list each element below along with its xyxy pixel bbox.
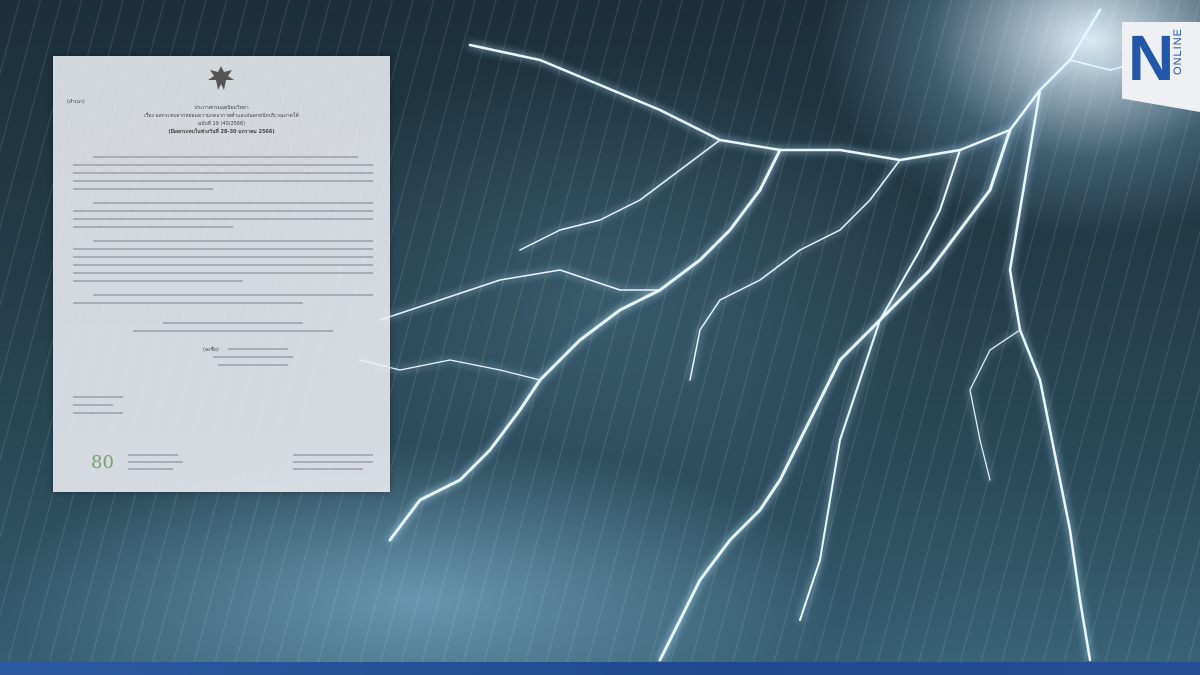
n-online-logo: N ONLINE — [1122, 22, 1200, 112]
document-subject: เรื่อง ผลกระทบจากหย่อมความกดอากาศต่ำและฝ… — [144, 113, 299, 119]
anniversary-logo: 80 — [91, 452, 114, 473]
document-period: (มีผลกระทบในช่วงวันที่ 28-30 มกราคม 2566… — [168, 129, 275, 135]
logo-letter: N — [1128, 22, 1175, 94]
garuda-emblem-icon — [208, 66, 234, 90]
announcement-document: (สำเนา) ประกาศกรมอุตุนิยมวิทยา เรื่อง ผล… — [53, 56, 390, 492]
document-heading: ประกาศกรมอุตุนิยมวิทยา — [194, 105, 249, 111]
document-number: ฉบับที่ 19 (40/2566) — [197, 121, 246, 127]
signer-label: (ลงชื่อ) — [203, 347, 219, 353]
logo-word: ONLINE — [1172, 28, 1184, 75]
bottom-bar — [0, 662, 1200, 675]
